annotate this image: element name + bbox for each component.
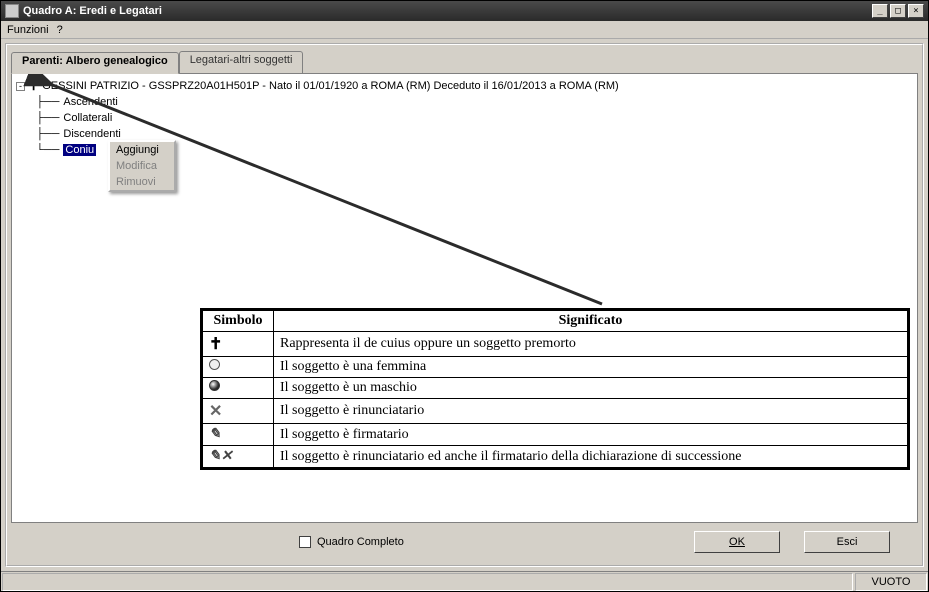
menubar: Funzioni ?: [1, 21, 928, 39]
close-button[interactable]: ×: [908, 4, 924, 18]
tab-legatari[interactable]: Legatari-altri soggetti: [179, 51, 304, 73]
tab-parenti[interactable]: Parenti: Albero genealogico: [11, 52, 179, 74]
tree: - ✝ GESSINI PATRIZIO - GSSPRZ20A01H501P …: [16, 78, 619, 158]
minimize-button[interactable]: _: [872, 4, 888, 18]
symbol-renounce-icon: ✕: [209, 403, 222, 420]
context-rimuovi: Rimuovi: [110, 174, 174, 190]
legend-row: ✕ Il soggetto è rinunciatario: [202, 399, 909, 424]
symbol-signer-icon: ✎: [209, 427, 221, 442]
tree-root-row[interactable]: - ✝ GESSINI PATRIZIO - GSSPRZ20A01H501P …: [16, 78, 619, 94]
legend-text: Il soggetto è rinunciatario ed anche il …: [274, 446, 909, 469]
legend-row: ✝ Rappresenta il de cuius oppure un sogg…: [202, 332, 909, 357]
legend-text: Il soggetto è una femmina: [274, 357, 909, 378]
tree-branch-icon: └──: [36, 144, 59, 156]
tab-bar: Parenti: Albero genealogico Legatari-alt…: [11, 51, 918, 73]
tree-branch-icon: ├──: [36, 112, 59, 124]
tree-branch-icon: ├──: [36, 96, 59, 108]
esci-button[interactable]: Esci: [804, 531, 890, 553]
legend-text: Il soggetto è un maschio: [274, 378, 909, 399]
maximize-button[interactable]: □: [890, 4, 906, 18]
legend-row: ✎ Il soggetto è firmatario: [202, 424, 909, 446]
legend-header-significato: Significato: [274, 310, 909, 332]
tree-item-collaterali[interactable]: ├── Collaterali: [36, 110, 619, 126]
symbol-male-icon: [209, 380, 220, 391]
legend-text: Il soggetto è firmatario: [274, 424, 909, 446]
tree-root-label: GESSINI PATRIZIO - GSSPRZ20A01H501P - Na…: [42, 80, 619, 92]
legend-text: Il soggetto è rinunciatario: [274, 399, 909, 424]
symbol-signer-renounce-icon: ✎✕: [209, 449, 232, 464]
tree-item-label-selected: Coniu: [63, 144, 96, 156]
quadro-completo-checkbox[interactable]: Quadro Completo: [299, 536, 404, 548]
legend-row: Il soggetto è una femmina: [202, 357, 909, 378]
symbol-female-icon: [209, 359, 220, 370]
app-icon: [5, 4, 19, 18]
tree-item-label: Collaterali: [63, 112, 112, 124]
legend-row: Il soggetto è un maschio: [202, 378, 909, 399]
checkbox-label: Quadro Completo: [317, 536, 404, 548]
statusbar: VUOTO: [1, 571, 928, 591]
titlebar: Quadro A: Eredi e Legatari _ □ ×: [1, 1, 928, 21]
status-left: [2, 573, 853, 591]
legend-text: Rappresenta il de cuius oppure un sogget…: [274, 332, 909, 357]
window-title: Quadro A: Eredi e Legatari: [23, 5, 870, 17]
tree-collapse-icon[interactable]: -: [16, 82, 25, 91]
status-right: VUOTO: [855, 573, 927, 591]
menu-funzioni[interactable]: Funzioni: [7, 24, 49, 36]
tree-item-label: Discendenti: [63, 128, 120, 140]
tree-item-label: Ascendenti: [63, 96, 117, 108]
bottom-bar: Quadro Completo OK Esci: [11, 523, 918, 561]
legend-table: Simbolo Significato ✝ Rappresenta il de …: [200, 308, 910, 470]
tree-item-ascendenti[interactable]: ├── Ascendenti: [36, 94, 619, 110]
legend-header-simbolo: Simbolo: [202, 310, 274, 332]
checkbox-box-icon[interactable]: [299, 536, 311, 548]
menu-help[interactable]: ?: [57, 24, 63, 36]
tab-content: - ✝ GESSINI PATRIZIO - GSSPRZ20A01H501P …: [11, 73, 918, 523]
main-window: Quadro A: Eredi e Legatari _ □ × Funzion…: [0, 0, 929, 592]
context-aggiungi[interactable]: Aggiungi: [110, 142, 174, 158]
context-menu: Aggiungi Modifica Rimuovi: [108, 140, 176, 192]
decuius-cross-icon: ✝: [29, 80, 38, 93]
legend-row: ✎✕ Il soggetto è rinunciatario ed anche …: [202, 446, 909, 469]
tree-branch-icon: ├──: [36, 128, 59, 140]
ok-button[interactable]: OK: [694, 531, 780, 553]
context-modifica: Modifica: [110, 158, 174, 174]
symbol-cross-icon: ✝: [209, 336, 222, 353]
